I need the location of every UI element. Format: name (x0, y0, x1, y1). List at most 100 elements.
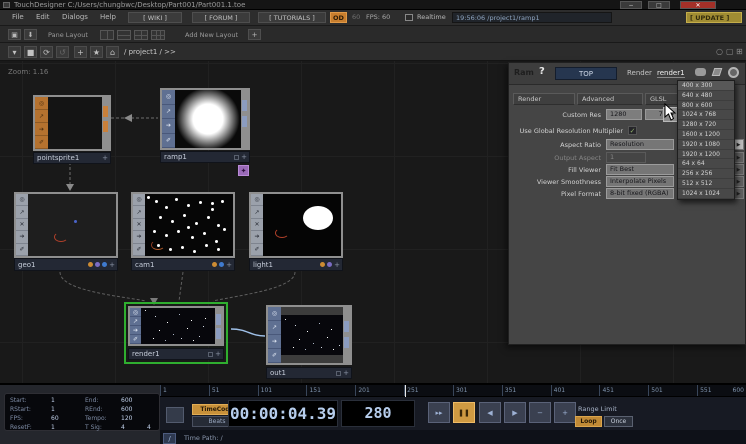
play-forward-button[interactable]: ▶ (504, 402, 526, 423)
expand-plus[interactable]: + (109, 260, 115, 270)
flag-icon[interactable]: ↗ (268, 321, 281, 335)
node-flags[interactable]: ◎ ↗ ✕ ➔ ✐ (251, 194, 263, 256)
node-name-pointsprite1[interactable]: pointsprite1 + (33, 152, 111, 164)
add-layout-button[interactable]: + (248, 29, 261, 40)
stop-icon[interactable]: ■ (24, 46, 37, 58)
pickable-flag-dot[interactable] (219, 262, 224, 267)
close-icon[interactable]: ✕ (133, 219, 145, 231)
output-connector[interactable] (242, 100, 247, 111)
menu-item[interactable]: 640 x 480 (678, 91, 734, 101)
comment-icon[interactable] (695, 68, 706, 76)
pickable-flag-dot[interactable] (102, 262, 107, 267)
pixel-format-combo[interactable]: 8-bit fixed (RGBA) (606, 188, 674, 199)
menu-help[interactable]: Help (100, 13, 116, 21)
flag-icon[interactable]: ↗ (133, 206, 145, 218)
arrow-icon[interactable]: ➔ (268, 335, 281, 349)
arrow-icon[interactable]: ➔ (133, 231, 145, 243)
fps-value[interactable]: 60 (51, 415, 59, 423)
output-connector[interactable] (216, 328, 221, 339)
realtime-toggle[interactable]: Realtime (417, 13, 446, 21)
node-viewer[interactable] (48, 97, 102, 149)
res-width-field[interactable]: 1280 (606, 109, 642, 120)
pane-icon[interactable]: ▣ (8, 29, 21, 40)
viewer-icon[interactable]: ◎ (130, 308, 141, 317)
menu-item[interactable]: 1024 x 768 (678, 110, 734, 120)
layout-preset-3[interactable] (134, 30, 148, 40)
node-viewer[interactable] (263, 194, 341, 256)
node-flags[interactable]: ◎ ↗ ➔ ✐ (35, 97, 48, 149)
layout-preset-2[interactable] (117, 30, 131, 40)
operator-badge-icon[interactable]: ✦ (238, 165, 249, 176)
resetf-value[interactable]: 1 (51, 424, 55, 432)
time-path-button[interactable]: / (163, 433, 176, 444)
node-outputs[interactable] (102, 97, 109, 149)
play-reverse-button[interactable]: ◀ (479, 402, 501, 423)
frame-counter[interactable]: 280 (341, 400, 415, 427)
menu-edit[interactable]: Edit (36, 13, 50, 21)
node-outputs[interactable] (241, 90, 248, 148)
menu-dialogs[interactable]: Dialogs (62, 13, 88, 21)
rend-value[interactable]: 600 (121, 406, 132, 414)
comment-box[interactable] (208, 352, 213, 357)
home-icon[interactable]: ⌂ (106, 46, 119, 58)
expand-plus[interactable]: + (241, 152, 247, 162)
expand-plus[interactable]: + (334, 260, 340, 270)
arrow-icon[interactable]: ➔ (16, 231, 28, 243)
output-connector[interactable] (103, 106, 108, 117)
flag-icon[interactable]: ↗ (130, 317, 141, 326)
display-flag-dot[interactable] (327, 262, 332, 267)
viewer-icon[interactable]: ◎ (162, 90, 175, 105)
flag-icon[interactable]: ↗ (16, 206, 28, 218)
node-name-light1[interactable]: light1 + (249, 258, 343, 271)
comment-box[interactable] (234, 155, 239, 160)
menu-item[interactable]: 512 x 512 (678, 179, 734, 189)
refresh-icon[interactable]: ⟳ (40, 46, 53, 58)
tsig-b-value[interactable]: 4 (147, 424, 151, 432)
node-name-out1[interactable]: out1 + (266, 367, 352, 379)
node-viewer[interactable] (141, 308, 215, 344)
download-icon[interactable]: ⬇ (24, 29, 37, 40)
op-type-button[interactable]: TOP (555, 67, 617, 80)
language-icon[interactable] (712, 68, 723, 76)
render-flag-dot[interactable] (320, 262, 325, 267)
node-out1[interactable]: ◎ ↗ ➔ ✐ (266, 305, 352, 365)
flag-icon[interactable]: ↗ (35, 110, 48, 123)
node-viewer[interactable] (145, 194, 233, 256)
menu-file[interactable]: File (12, 13, 24, 21)
viewer-icon[interactable]: ◎ (268, 307, 281, 321)
undo-icon[interactable]: ↺ (56, 46, 69, 58)
viewer-icon[interactable]: ◎ (251, 194, 263, 206)
node-name-geo1[interactable]: geo1 + (14, 258, 118, 271)
pane-square-icon[interactable]: ▢ (726, 47, 734, 56)
node-geo1[interactable]: ◎ ↗ ✕ ➔ ✐ (14, 192, 118, 258)
render-flag-dot[interactable] (88, 262, 93, 267)
expand-plus[interactable]: + (343, 368, 349, 378)
pane-circle-icon[interactable]: ○ (716, 47, 723, 56)
frame-ruler[interactable]: 1 51 101 151 201 251 301 351 401 451 501… (160, 385, 746, 397)
layout-preset-4[interactable] (151, 30, 165, 40)
menu-item[interactable]: 1920 x 1200 (678, 150, 734, 160)
node-flags[interactable]: ◎ ↗ ➔ ✐ (162, 90, 175, 148)
fill-viewer-combo[interactable]: Fit Best (606, 164, 674, 175)
node-name-cam1[interactable]: cam1 + (131, 258, 235, 271)
loop-button[interactable]: Loop (575, 416, 602, 427)
expand-plus[interactable]: + (215, 349, 221, 359)
menu-item[interactable]: 64 x 64 (678, 159, 734, 169)
settings-icon[interactable] (728, 67, 739, 78)
pin-icon[interactable]: ✐ (133, 244, 145, 256)
node-outputs[interactable] (343, 307, 350, 363)
menu-item[interactable]: 256 x 256 (678, 169, 734, 179)
node-flags[interactable]: ◎ ↗ ✕ ➔ ✐ (133, 194, 145, 256)
menu-item[interactable]: 1600 x 1200 (678, 130, 734, 140)
pin-icon[interactable]: ✐ (162, 134, 175, 149)
node-flags[interactable]: ◎ ↗ ✕ ➔ ✐ (16, 194, 28, 256)
pin-icon[interactable]: ✐ (268, 349, 281, 363)
tsig-a-value[interactable]: 4 (121, 424, 125, 432)
menu-item[interactable]: 800 x 600 (678, 101, 734, 111)
viewer-icon[interactable]: ◎ (133, 194, 145, 206)
od-button[interactable]: OD (330, 12, 347, 23)
output-connector[interactable] (344, 337, 349, 348)
viewer-icon[interactable]: ◎ (35, 97, 48, 110)
maximize-button[interactable]: □ (648, 1, 670, 9)
pin-icon[interactable]: ✐ (130, 335, 141, 344)
